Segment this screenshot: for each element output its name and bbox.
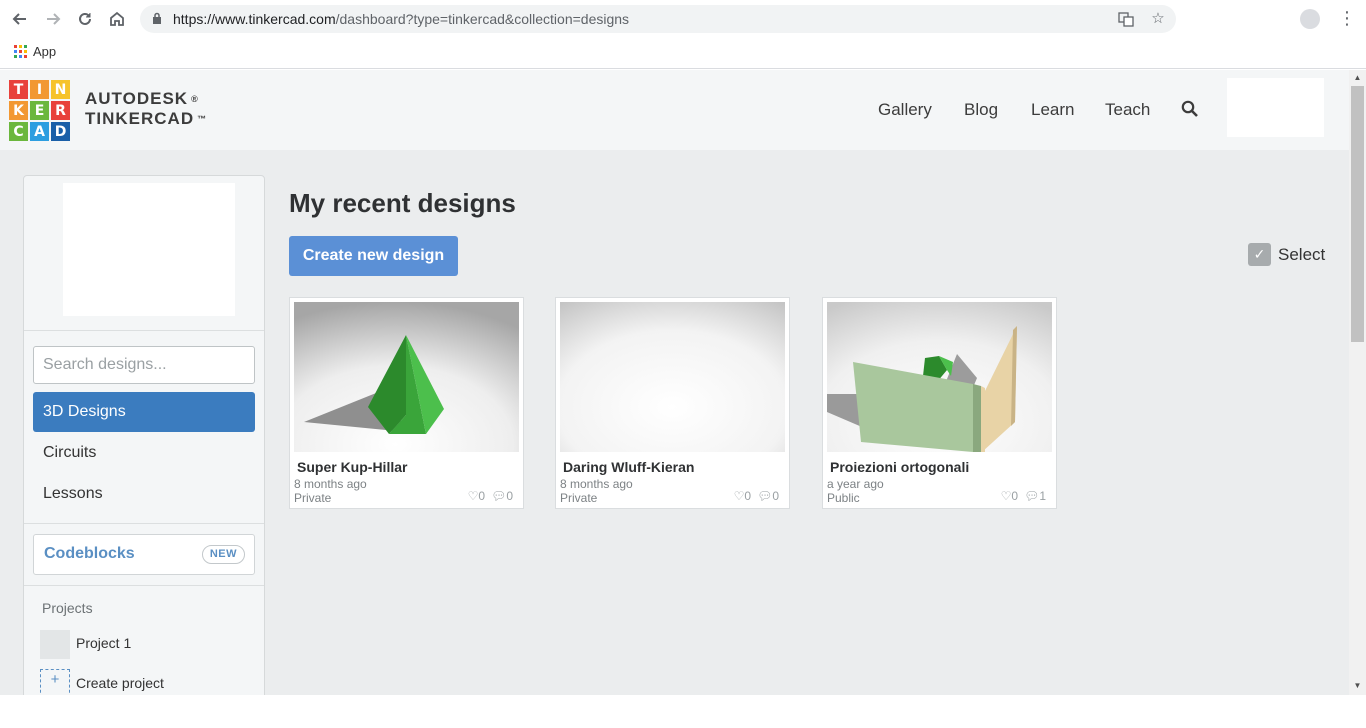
design-stats: ♡0 💬︎0 xyxy=(468,489,513,503)
comment-count: 1 xyxy=(1039,489,1046,503)
registered-mark: ® xyxy=(191,94,199,104)
back-arrow-icon[interactable] xyxy=(9,8,31,30)
sidebar-item-label: 3D Designs xyxy=(43,403,126,420)
nav-blog[interactable]: Blog xyxy=(964,100,998,120)
sidebar-item-label: Circuits xyxy=(43,444,97,461)
design-thumbnail[interactable] xyxy=(294,302,519,452)
search-icon[interactable] xyxy=(1181,100,1199,118)
bookmarks-bar: App xyxy=(14,42,56,60)
design-time: a year ago xyxy=(827,477,884,491)
divider xyxy=(24,330,264,331)
logo-tile: D xyxy=(51,122,70,141)
window-bottom xyxy=(0,695,1366,728)
divider xyxy=(24,585,264,586)
sidebar: 3D Designs Circuits Lessons Codeblocks N… xyxy=(23,175,265,705)
trademark-mark: ™ xyxy=(197,114,208,124)
design-name[interactable]: Daring Wluff-Kieran xyxy=(563,459,694,475)
plus-icon[interactable]: + xyxy=(40,669,70,698)
comment-count: 0 xyxy=(772,489,779,503)
design-card[interactable]: Proiezioni ortogonali a year ago Public … xyxy=(822,297,1057,509)
design-thumbnail[interactable] xyxy=(827,302,1052,452)
logo-tile: R xyxy=(51,101,70,120)
design-stats: ♡0 💬︎1 xyxy=(1001,489,1046,503)
sidebar-item-lessons[interactable]: Lessons xyxy=(33,474,255,514)
design-stats: ♡0 💬︎0 xyxy=(734,489,779,503)
bookmark-apps[interactable]: App xyxy=(33,44,56,59)
divider xyxy=(24,523,264,524)
heart-icon: ♡0 xyxy=(1000,489,1019,503)
logo-tile: N xyxy=(51,80,70,99)
sidebar-item-3d-designs[interactable]: 3D Designs xyxy=(33,392,255,432)
reload-icon[interactable] xyxy=(74,8,96,30)
select-label: Select xyxy=(1278,244,1326,264)
avatar[interactable] xyxy=(63,183,235,316)
nav-teach[interactable]: Teach xyxy=(1105,100,1150,120)
create-new-design-button[interactable]: Create new design xyxy=(289,236,458,276)
create-project-link[interactable]: Create project xyxy=(76,675,164,691)
forward-arrow-icon[interactable] xyxy=(42,8,64,30)
logo-tile: C xyxy=(9,122,28,141)
design-name[interactable]: Proiezioni ortogonali xyxy=(830,459,969,475)
codeblocks-label: Codeblocks xyxy=(44,545,135,562)
tinkercad-logo[interactable]: TIN KER CAD xyxy=(9,80,70,141)
design-time: 8 months ago xyxy=(294,477,367,491)
sidebar-item-label: Lessons xyxy=(43,485,103,502)
design-visibility: Private xyxy=(560,491,598,505)
brand-autodesk: AUTODESK xyxy=(85,89,189,108)
design-name[interactable]: Super Kup-Hillar xyxy=(297,459,407,475)
design-time: 8 months ago xyxy=(560,477,633,491)
like-count: 0 xyxy=(1011,489,1019,503)
brand-tinkercad: TINKERCAD xyxy=(85,109,195,128)
comment-count: 0 xyxy=(506,489,513,503)
select-toggle[interactable]: ✓ Select xyxy=(1248,243,1325,266)
like-count: 0 xyxy=(744,489,752,503)
heart-icon: ♡0 xyxy=(733,489,752,503)
account-area[interactable] xyxy=(1227,78,1324,137)
url-text[interactable]: https://www.tinkercad.com/dashboard?type… xyxy=(173,11,629,27)
new-badge: NEW xyxy=(201,545,245,564)
scroll-up-icon[interactable]: ▲ xyxy=(1351,72,1364,84)
design-card[interactable]: Daring Wluff-Kieran 8 months ago Private… xyxy=(555,297,790,509)
apps-grid-icon[interactable] xyxy=(14,44,27,58)
design-visibility: Private xyxy=(294,491,332,505)
like-count: 0 xyxy=(478,489,486,503)
logo-tile: T xyxy=(9,80,28,99)
site-header: TIN KER CAD AUTODESK ® TINKERCAD ™ Gallery B… xyxy=(0,70,1349,150)
comment-icon: 💬︎0 xyxy=(491,489,513,503)
scrollbar-thumb[interactable] xyxy=(1351,86,1364,342)
design-thumbnail[interactable] xyxy=(560,302,785,452)
comment-icon: 💬︎1 xyxy=(1024,489,1046,503)
address-bar[interactable]: https://www.tinkercad.com/dashboard?type… xyxy=(140,5,1176,33)
star-icon[interactable]: ☆ xyxy=(1150,11,1166,27)
project-thumbnail[interactable] xyxy=(40,630,70,659)
projects-heading: Projects xyxy=(42,600,93,616)
lock-icon xyxy=(153,12,161,24)
scroll-down-icon[interactable]: ▼ xyxy=(1351,680,1364,692)
heart-icon: ♡0 xyxy=(467,489,486,503)
logo-tile: E xyxy=(30,101,49,120)
logo-tile: I xyxy=(30,80,49,99)
home-icon[interactable] xyxy=(106,8,128,30)
browser-menu-icon[interactable]: ⋮ xyxy=(1338,8,1356,29)
checkbox-icon[interactable]: ✓ xyxy=(1248,243,1271,266)
search-designs-input[interactable] xyxy=(33,346,255,384)
design-card[interactable]: Super Kup-Hillar 8 months ago Private ♡0… xyxy=(289,297,524,509)
profile-icon[interactable] xyxy=(1300,9,1320,29)
url-host: https://www.tinkercad.com xyxy=(173,11,336,27)
sidebar-item-circuits[interactable]: Circuits xyxy=(33,433,255,473)
nav-learn[interactable]: Learn xyxy=(1031,100,1074,120)
logo-tile: K xyxy=(9,101,28,120)
comment-icon: 💬︎0 xyxy=(757,489,779,503)
translate-icon[interactable] xyxy=(1118,11,1134,27)
browser-toolbar: https://www.tinkercad.com/dashboard?type… xyxy=(0,0,1366,69)
design-visibility: Public xyxy=(827,491,860,505)
page-title: My recent designs xyxy=(289,188,516,218)
logo-tile: A xyxy=(30,122,49,141)
url-path: /dashboard?type=tinkercad&collection=des… xyxy=(335,11,630,27)
codeblocks-button[interactable]: Codeblocks NEW xyxy=(33,534,255,575)
brand-name[interactable]: AUTODESK ® TINKERCAD ™ xyxy=(85,89,207,129)
nav-gallery[interactable]: Gallery xyxy=(878,100,932,120)
project-item[interactable]: Project 1 xyxy=(76,635,131,651)
